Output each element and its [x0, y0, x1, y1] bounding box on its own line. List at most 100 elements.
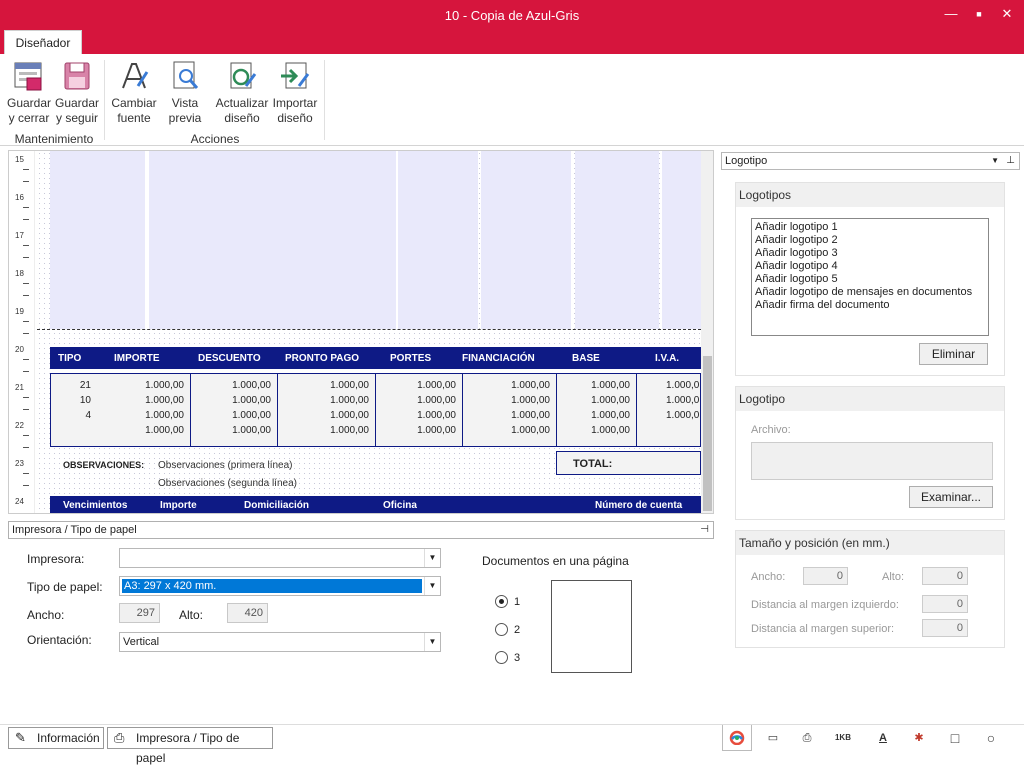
guardar-seguir-l1: Guardar	[54, 96, 100, 110]
ancho-field[interactable]: 297	[119, 603, 160, 623]
close-button[interactable]: ✕	[996, 5, 1018, 23]
header-financiacion: FINANCIACIÓN	[462, 353, 535, 364]
chevron-down-icon[interactable]: ▼	[424, 577, 440, 595]
design-cell[interactable]	[575, 151, 659, 329]
design-cell[interactable]	[662, 151, 701, 329]
margen-izq-field[interactable]: 0	[922, 595, 968, 613]
ruler-tick	[23, 397, 29, 398]
ruler-tick	[23, 283, 29, 284]
pin-icon[interactable]: ⊥	[1006, 153, 1015, 169]
orientacion-label: Orientación:	[27, 633, 92, 647]
vertical-scrollbar[interactable]	[701, 151, 713, 513]
design-cell[interactable]	[149, 151, 396, 329]
barcode-icon[interactable]: 1KB	[834, 729, 852, 747]
tab-impresora[interactable]: ⎙ Impresora / Tipo de papel	[107, 727, 273, 765]
ruler-label: 23	[15, 459, 24, 468]
preview-icon	[173, 61, 199, 89]
design-cell[interactable]	[481, 151, 571, 329]
chevron-down-icon[interactable]: ▼	[991, 153, 999, 169]
document-page[interactable]: TIPO IMPORTE DESCUENTO PRONTO PAGO PORTE…	[37, 151, 701, 513]
palette-icon[interactable]	[728, 729, 746, 747]
vista-previa-l1: Vista	[171, 96, 199, 110]
scrollbar-thumb[interactable]	[703, 356, 712, 511]
rectangle-icon[interactable]: □	[946, 729, 964, 747]
alto-field[interactable]: 0	[922, 567, 968, 585]
ruler-label: 15	[15, 155, 24, 164]
amount-cell: 1.000,00	[511, 425, 550, 436]
guardar-cerrar-button[interactable]: Guardar y cerrar	[6, 60, 52, 126]
chevron-down-icon[interactable]: ▼	[424, 549, 440, 567]
ellipse-icon[interactable]: ○	[982, 729, 1000, 747]
amount-cell: 1.000,00	[511, 410, 550, 421]
table-header[interactable]: TIPO IMPORTE DESCUENTO PRONTO PAGO PORTE…	[50, 347, 701, 369]
amount-cell: 1.000,00	[591, 395, 630, 406]
actualizar-diseno-button[interactable]: Actualizar diseño	[214, 60, 270, 126]
ruler-tick	[23, 257, 29, 258]
list-item[interactable]: Añadir logotipo 4	[755, 260, 985, 273]
archivo-field[interactable]	[751, 442, 993, 480]
list-item[interactable]: Añadir firma del documento	[755, 299, 985, 312]
vista-previa-button[interactable]: Vista previa	[162, 60, 208, 126]
properties-panel: Logotipo ▼ ⊥ Logotipos Añadir logotipo 1…	[718, 150, 1024, 720]
amount-cell: 1.000,00	[511, 380, 550, 391]
table-divider	[636, 373, 637, 447]
list-item[interactable]: Añadir logotipo 5	[755, 273, 985, 286]
list-item[interactable]: Añadir logotipo 3	[755, 247, 985, 260]
tab-informacion[interactable]: ✎ Información	[8, 727, 104, 749]
cambiar-fuente-button[interactable]: Cambiar fuente	[110, 60, 158, 126]
importar-diseno-l2: diseño	[277, 111, 313, 125]
design-cell[interactable]	[398, 151, 478, 329]
tab-informacion-label: Información	[37, 731, 100, 745]
ribbon-tab-strip	[0, 30, 1024, 54]
examinar-button[interactable]: Examinar...	[909, 486, 993, 508]
importar-diseno-button[interactable]: Importar diseño	[270, 60, 320, 126]
text-icon[interactable]: A	[874, 729, 892, 747]
ruler-tick	[23, 435, 29, 436]
docs-radio-3[interactable]	[495, 651, 508, 664]
tab-disenador[interactable]: Diseñador	[4, 30, 82, 54]
design-cell[interactable]	[50, 151, 145, 329]
amount-cell: 1.000,00	[232, 380, 271, 391]
design-canvas[interactable]: 15 16 17 18 19 20 21 22 23 24 TIPO IMPOR…	[8, 150, 714, 514]
maximize-button[interactable]: ■	[968, 5, 990, 23]
logotipos-list[interactable]: Añadir logotipo 1 Añadir logotipo 2 Añad…	[751, 218, 989, 336]
total-box[interactable]: TOTAL:	[556, 451, 701, 475]
ruler-tick	[23, 485, 29, 486]
ruler-label: 21	[15, 383, 24, 392]
docs-radio-1[interactable]	[495, 595, 508, 608]
footer-vencimientos: Vencimientos	[63, 500, 128, 511]
guardar-seguir-button[interactable]: Guardar y seguir	[54, 60, 100, 126]
amount-cell: 1.000,00	[232, 395, 271, 406]
footer-importe: Importe	[160, 500, 197, 511]
pin-icon[interactable]: ⊣	[700, 522, 709, 538]
amount-cell: 1.000,00	[591, 380, 630, 391]
tipo-cell: 4	[85, 410, 91, 421]
ancho-label: Ancho:	[751, 571, 786, 583]
cambiar-fuente-l2: fuente	[117, 111, 151, 125]
tipo-papel-value: A3: 297 x 420 mm.	[122, 579, 422, 593]
footer-domiciliacion: Domiciliación	[244, 500, 310, 511]
header-base: BASE	[572, 353, 600, 364]
orientacion-select[interactable]: Vertical ▼	[119, 632, 441, 652]
ancho-field[interactable]: 0	[803, 567, 848, 585]
section-dropdown[interactable]: Logotipo ▼ ⊥	[721, 152, 1020, 170]
line-icon[interactable]: ✱	[910, 729, 928, 747]
documentos-pagina-label: Documentos en una página	[482, 554, 629, 568]
margen-sup-field[interactable]: 0	[922, 619, 968, 637]
footer-header[interactable]: Vencimientos Importe Domiciliación Ofici…	[50, 496, 701, 513]
alto-field[interactable]: 420	[227, 603, 268, 623]
info-icon: ✎	[15, 730, 26, 745]
eliminar-button[interactable]: Eliminar	[919, 343, 988, 365]
logotipos-group: Logotipos Añadir logotipo 1 Añadir logot…	[735, 182, 1005, 376]
list-item[interactable]: Añadir logotipo 1	[755, 221, 985, 234]
insert-icon[interactable]: ▭	[764, 729, 782, 747]
total-label: TOTAL:	[573, 458, 613, 470]
list-item[interactable]: Añadir logotipo 2	[755, 234, 985, 247]
minimize-button[interactable]: —	[940, 5, 962, 23]
chevron-down-icon[interactable]: ▼	[424, 633, 440, 651]
printer-icon[interactable]: ⎙	[798, 729, 816, 747]
list-item[interactable]: Añadir logotipo de mensajes en documento…	[755, 286, 985, 299]
impresora-select[interactable]: ▼	[119, 548, 441, 568]
docs-radio-2[interactable]	[495, 623, 508, 636]
tipo-papel-select[interactable]: A3: 297 x 420 mm. ▼	[119, 576, 441, 596]
